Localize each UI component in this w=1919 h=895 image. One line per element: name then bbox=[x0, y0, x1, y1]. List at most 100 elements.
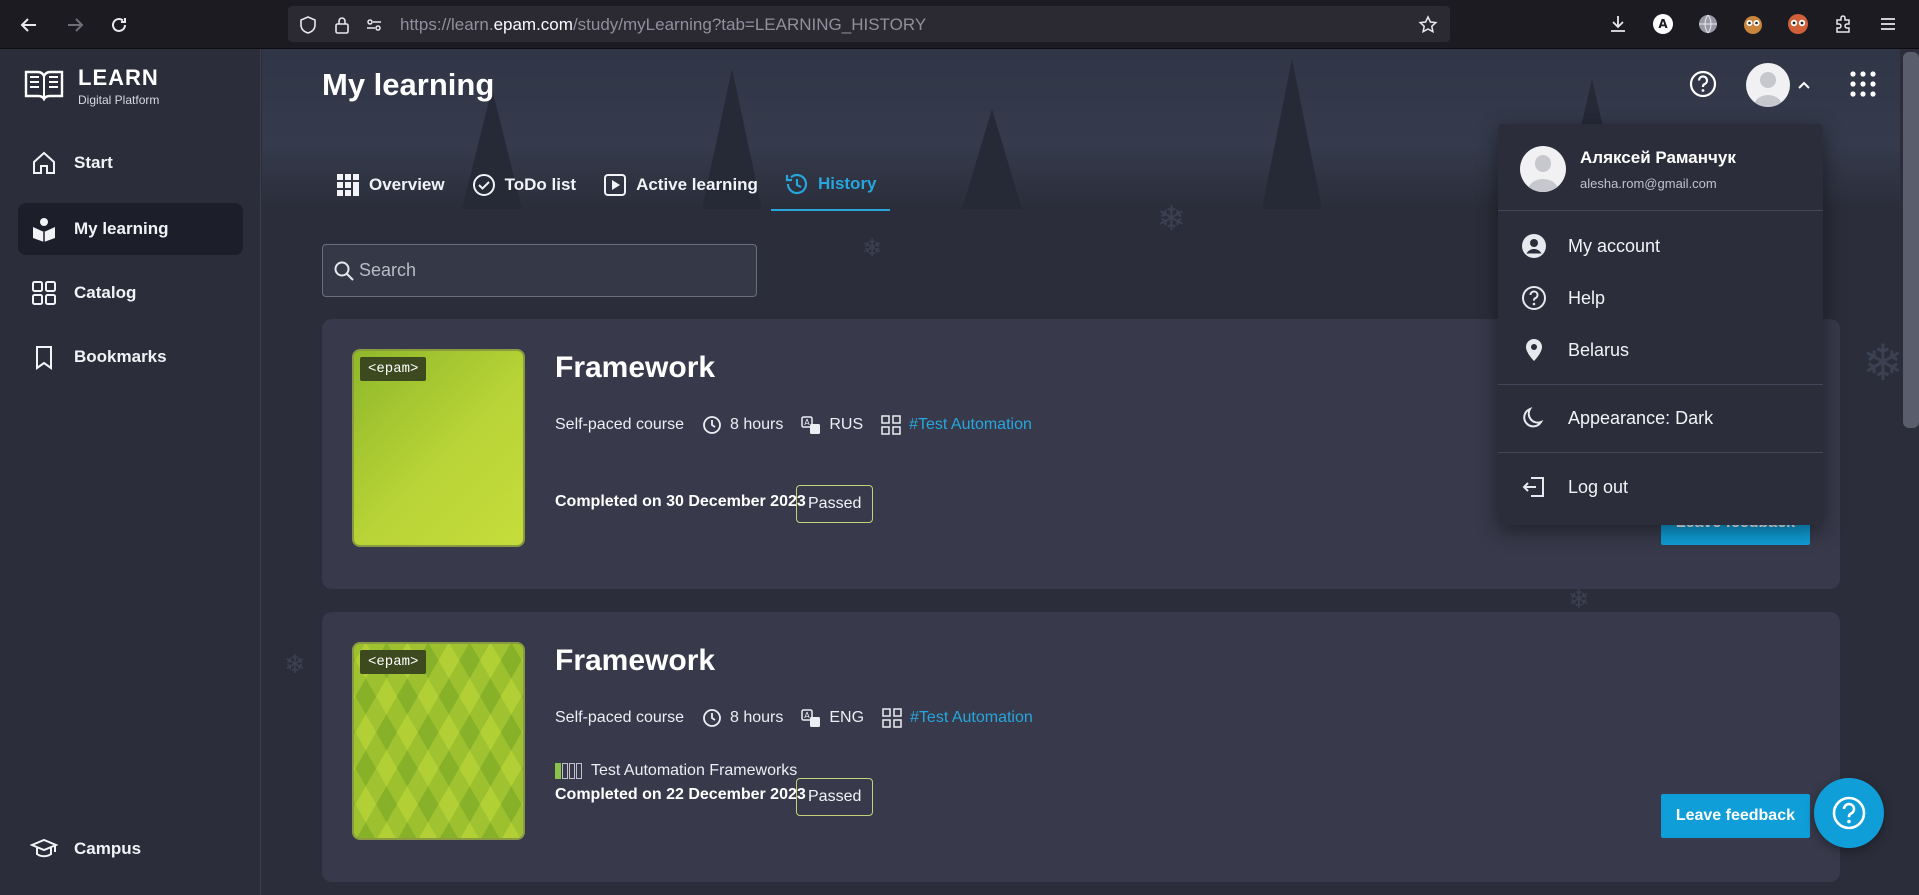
forward-icon[interactable] bbox=[60, 10, 90, 40]
help-icon[interactable] bbox=[1688, 69, 1718, 99]
category-grid-icon bbox=[881, 415, 901, 435]
epam-logo: <epam> bbox=[360, 650, 427, 674]
apps-grid-icon[interactable] bbox=[1848, 69, 1878, 99]
logo[interactable]: LEARN Digital Platform bbox=[24, 65, 159, 107]
logo-title: LEARN bbox=[78, 65, 159, 90]
tab-todo-list[interactable]: ToDo list bbox=[458, 159, 589, 211]
user-name: Аляксей Раманчук bbox=[1580, 148, 1736, 167]
menu-item-my-account[interactable]: My account bbox=[1520, 228, 1660, 264]
shield-icon[interactable] bbox=[298, 15, 318, 35]
snowflake-decoration: ❄ bbox=[862, 235, 883, 262]
extension-owl-icon[interactable] bbox=[1740, 11, 1766, 37]
menu-item-help[interactable]: Help bbox=[1520, 280, 1605, 316]
sidebar-item-my-learning[interactable]: My learning bbox=[18, 203, 243, 255]
download-icon[interactable] bbox=[1605, 11, 1631, 37]
browser-menu-icon[interactable] bbox=[1875, 11, 1901, 37]
program-title: Test Automation Frameworks bbox=[591, 762, 798, 779]
back-icon[interactable] bbox=[14, 10, 44, 40]
url-prefix: https://learn. bbox=[400, 15, 494, 34]
bookmark-icon bbox=[30, 343, 58, 371]
extensions-puzzle-icon[interactable] bbox=[1830, 11, 1856, 37]
sidebar-item-catalog[interactable]: Catalog bbox=[18, 267, 243, 319]
book-logo-icon bbox=[24, 70, 64, 101]
user-menu: Аляксей Раманчук alesha.rom@gmail.com My… bbox=[1498, 124, 1823, 525]
tab-label: Overview bbox=[369, 175, 445, 194]
menu-item-log-out[interactable]: Log out bbox=[1520, 469, 1628, 505]
floating-help-button[interactable] bbox=[1814, 778, 1884, 848]
course-meta: Self-paced course 8 hours A ENG #Test Au… bbox=[555, 708, 1033, 728]
url-bar[interactable]: https://learn.epam.com/study/myLearning?… bbox=[288, 6, 1450, 42]
leave-feedback-button[interactable]: Leave feedback bbox=[1660, 794, 1810, 838]
page-title: My learning bbox=[322, 67, 495, 102]
epam-logo: <epam> bbox=[360, 357, 427, 381]
search-input[interactable] bbox=[359, 245, 749, 296]
tab-label: History bbox=[817, 174, 877, 193]
tree-decoration bbox=[1262, 59, 1322, 209]
program-link[interactable]: Test Automation Frameworks bbox=[555, 762, 797, 780]
user-email: alesha.rom@gmail.com bbox=[1580, 176, 1717, 191]
course-thumbnail[interactable]: <epam> bbox=[352, 642, 525, 840]
course-title[interactable]: Framework bbox=[555, 644, 715, 678]
language-icon: A bbox=[801, 708, 821, 728]
sidebar-item-label: Start bbox=[74, 153, 113, 172]
graduation-cap-icon bbox=[30, 835, 58, 863]
menu-item-label: My account bbox=[1568, 235, 1661, 256]
avatar[interactable] bbox=[1746, 63, 1790, 107]
reload-icon[interactable] bbox=[104, 10, 134, 40]
tab-label: ToDo list bbox=[504, 175, 577, 194]
search-icon bbox=[334, 261, 354, 281]
snowflake-decoration: ❄ bbox=[1157, 200, 1186, 238]
search-box[interactable] bbox=[322, 244, 757, 297]
category-grid-icon bbox=[882, 708, 902, 728]
snowflake-decoration: ❄ bbox=[1862, 335, 1904, 391]
dashboard-icon bbox=[335, 172, 361, 198]
sidebar-item-campus[interactable]: Campus bbox=[18, 823, 243, 875]
tab-label: Active learning bbox=[636, 175, 758, 194]
sidebar-item-label: Bookmarks bbox=[74, 347, 167, 366]
svg-text:A: A bbox=[1658, 17, 1668, 31]
completion-date: Completed on 30 December 2023 bbox=[555, 493, 806, 510]
location-pin-icon bbox=[1520, 336, 1548, 364]
language-icon: A bbox=[801, 415, 821, 435]
menu-item-appearance[interactable]: Appearance: Dark bbox=[1520, 400, 1713, 436]
course-duration: 8 hours bbox=[729, 416, 784, 433]
tab-active-learning[interactable]: Active learning bbox=[589, 159, 771, 211]
divider bbox=[1498, 384, 1823, 385]
tab-overview[interactable]: Overview bbox=[322, 159, 458, 211]
course-card[interactable]: <epam> Framework Self-paced course 8 hou… bbox=[322, 612, 1840, 882]
extension-a-icon[interactable]: A bbox=[1650, 11, 1676, 37]
logout-icon bbox=[1520, 473, 1548, 501]
tab-history[interactable]: History bbox=[770, 159, 890, 211]
program-progress-icon bbox=[555, 763, 583, 779]
scrollbar-thumb[interactable] bbox=[1903, 52, 1919, 428]
snowflake-decoration: ❄ bbox=[284, 649, 306, 679]
menu-item-location[interactable]: Belarus bbox=[1520, 332, 1629, 368]
course-meta: Self-paced course 8 hours A RUS #Test Au… bbox=[555, 415, 1032, 435]
url-path: /study/myLearning?tab=LEARNING_HISTORY bbox=[572, 15, 927, 34]
clock-icon bbox=[702, 415, 722, 435]
lock-icon[interactable] bbox=[332, 15, 352, 35]
extension-globe-icon[interactable] bbox=[1695, 11, 1721, 37]
permissions-icon[interactable] bbox=[364, 15, 384, 35]
learning-icon bbox=[30, 215, 58, 243]
extension-eyes-icon[interactable] bbox=[1785, 11, 1811, 37]
sidebar-item-label: Catalog bbox=[74, 283, 137, 302]
home-icon bbox=[30, 149, 58, 177]
tree-decoration bbox=[962, 109, 1022, 209]
help-circle-icon bbox=[1520, 284, 1548, 312]
sidebar-item-start[interactable]: Start bbox=[18, 137, 243, 189]
divider bbox=[1498, 210, 1823, 211]
status-badge: Passed bbox=[796, 778, 874, 816]
avatar bbox=[1520, 146, 1566, 192]
course-thumbnail[interactable]: <epam> bbox=[352, 349, 525, 547]
course-title[interactable]: Framework bbox=[555, 351, 715, 385]
course-tag-link[interactable]: #Test Automation bbox=[910, 709, 1033, 727]
chevron-up-icon[interactable] bbox=[1796, 77, 1812, 93]
course-language: ENG bbox=[829, 709, 865, 726]
play-icon bbox=[602, 172, 628, 198]
bookmark-star-icon[interactable] bbox=[1418, 15, 1438, 35]
sidebar-item-bookmarks[interactable]: Bookmarks bbox=[18, 331, 243, 383]
status-badge: Passed bbox=[796, 485, 874, 523]
url-text[interactable]: https://learn.epam.com/study/myLearning?… bbox=[400, 15, 926, 35]
course-tag-link[interactable]: #Test Automation bbox=[909, 416, 1032, 434]
